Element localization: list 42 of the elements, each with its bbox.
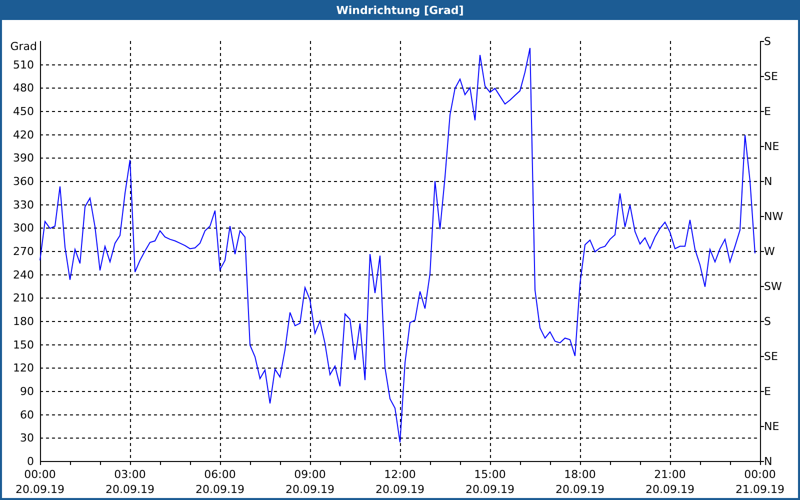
x-tick-label: 09:00 20.09.19 [286, 468, 334, 496]
y-axis-title: Grad [10, 40, 37, 53]
compass-tick-label: NE [764, 420, 780, 433]
y-tick-label: 420 [13, 128, 34, 142]
y-tick-label: 510 [13, 58, 34, 72]
y-tick-label: 390 [13, 152, 34, 165]
compass-tick-label: NW [764, 210, 784, 223]
compass-tick-label: S [764, 315, 771, 328]
y-tick-label: 330 [13, 198, 34, 212]
compass-tick-label: W [764, 245, 775, 258]
x-tick-label: 00:00 20.09.19 [16, 468, 64, 496]
compass-tick-label: E [764, 385, 771, 398]
y-tick-label: 270 [13, 245, 34, 258]
compass-tick-label: SW [764, 280, 782, 293]
y-tick-label: 180 [13, 315, 34, 328]
x-tick-label: 12:00 20.09.19 [376, 468, 424, 496]
y-tick-label: 90 [20, 385, 34, 398]
y-tick-label: 450 [13, 105, 34, 118]
y-tick-label: 150 [13, 338, 34, 352]
y-tick-label: 480 [13, 82, 34, 95]
compass-tick-label: E [764, 105, 771, 118]
y-tick-label: 360 [13, 175, 34, 188]
x-tick-label: 15:00 20.09.19 [466, 468, 514, 496]
y-tick-label: 240 [13, 268, 34, 282]
compass-tick-label: NE [764, 140, 780, 153]
compass-tick-label: SE [764, 350, 778, 363]
y-tick-label: 120 [13, 362, 34, 375]
compass-tick-label: N [764, 175, 772, 188]
y-tick-label: 30 [20, 432, 34, 445]
x-tick-label: 03:00 20.09.19 [106, 468, 154, 496]
x-tick-label: 06:00 20.09.19 [196, 468, 244, 496]
compass-tick-label: SE [764, 70, 778, 83]
window-title: Windrichtung [Grad] [336, 4, 464, 16]
compass-tick-label: N [764, 455, 772, 468]
y-tick-label: 60 [20, 408, 34, 422]
compass-tick-label: S [764, 35, 771, 48]
y-tick-label: 210 [13, 292, 34, 305]
x-tick-label: 21:00 20.09.19 [646, 468, 694, 496]
x-tick-label: 18:00 20.09.19 [556, 468, 604, 496]
y-tick-label: 300 [13, 222, 34, 235]
y-tick-label: 0 [27, 455, 34, 468]
x-tick-label: 00:00 21.09.19 [736, 468, 784, 496]
